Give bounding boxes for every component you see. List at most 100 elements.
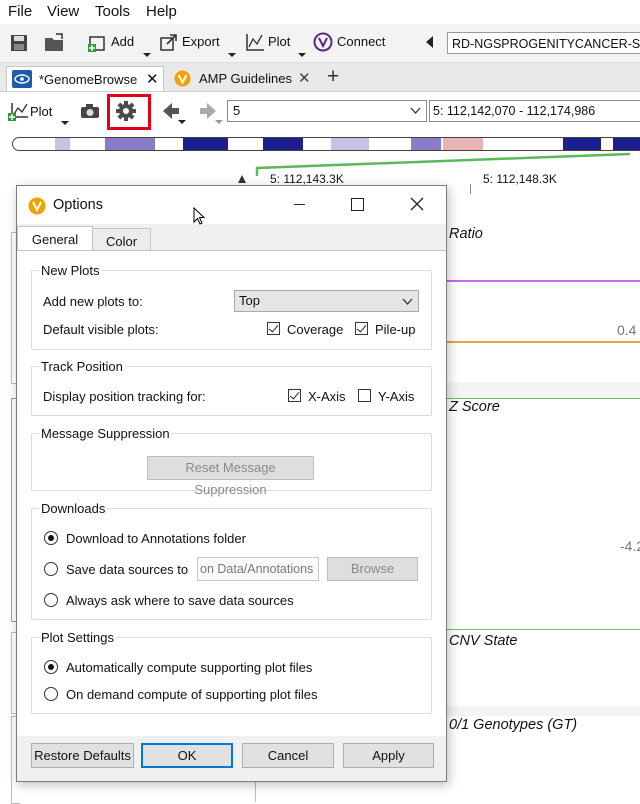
ideogram-band (563, 138, 601, 150)
chevron-down-icon[interactable] (228, 53, 236, 57)
add-new-plots-label: Add new plots to: (43, 294, 143, 309)
chevron-down-icon[interactable] (61, 121, 69, 125)
plot-menu-button[interactable]: Plot (30, 104, 52, 119)
on-demand-compute-radio[interactable] (44, 687, 58, 701)
dialog-title-bar[interactable]: Options (17, 186, 446, 225)
group-label: Track Position (39, 359, 125, 374)
dialog-title: Options (53, 197, 103, 213)
cancel-button[interactable]: Cancel (242, 743, 334, 768)
on-demand-compute-label: On demand compute of supporting plot fil… (66, 687, 318, 702)
hidden-panel-text (30, 783, 245, 793)
arrow-forward-icon[interactable] (198, 101, 218, 121)
chromosome-ideogram[interactable] (12, 137, 640, 151)
track-separator (446, 706, 640, 716)
close-icon[interactable]: ✕ (298, 66, 311, 91)
tab-general[interactable]: General (17, 226, 93, 251)
download-annotations-label: Download to Annotations folder (66, 531, 246, 546)
browse-toolbar: Plot 5 5: 112,142,070 - 112,174,986 (0, 92, 640, 130)
new-tab-plus-icon[interactable]: + (327, 65, 339, 89)
project-name-field[interactable]: RD-NGSPROGENITYCANCER-SAM (447, 32, 640, 54)
track-border (446, 629, 640, 630)
ratio-axis-value: 0.4 (617, 322, 637, 338)
ok-button[interactable]: OK (141, 743, 233, 768)
add-new-plots-select[interactable]: Top (234, 290, 419, 312)
always-ask-label: Always ask where to save data sources (66, 593, 294, 608)
group-label: Message Suppression (39, 426, 172, 441)
coverage-checkbox[interactable] (267, 322, 280, 335)
export-icon[interactable] (160, 33, 178, 51)
pileup-label: Pile-up (375, 322, 416, 337)
tab-label: *GenomeBrowse (39, 72, 138, 87)
save-data-sources-label: Save data sources to (66, 562, 189, 577)
panel-divider (255, 780, 256, 802)
menu-tools[interactable]: Tools (95, 3, 130, 20)
app-logo-icon (28, 197, 46, 215)
display-position-label: Display position tracking for: (43, 389, 206, 404)
menu-file[interactable]: File (8, 3, 32, 20)
close-icon[interactable]: ✕ (146, 67, 159, 92)
connect-button[interactable]: Connect (337, 34, 385, 49)
menu-help[interactable]: Help (146, 3, 177, 20)
position-field[interactable]: 5: 112,142,070 - 112,174,986 (429, 100, 640, 122)
gear-highlight-box (107, 94, 151, 130)
export-button[interactable]: Export (182, 34, 220, 49)
minimize-icon[interactable] (294, 204, 305, 205)
chromosome-select[interactable]: 5 (227, 100, 427, 122)
save-icon[interactable] (10, 34, 28, 52)
apply-button[interactable]: Apply (343, 743, 434, 768)
ideogram-band (55, 138, 70, 150)
coverage-label: Coverage (287, 322, 344, 337)
ideogram-band (263, 138, 303, 150)
ruler-marker-icon (238, 175, 246, 183)
chevron-down-icon[interactable] (178, 120, 186, 124)
track-separator (446, 382, 640, 398)
plot-chart-icon[interactable] (245, 33, 265, 52)
amp-logo-icon (174, 70, 191, 87)
document-tab-bar: *GenomeBrowse ✕ AMP Guidelines ✕ + (0, 63, 640, 92)
group-label: Downloads (39, 501, 108, 516)
save-data-sources-radio[interactable] (44, 562, 58, 576)
pileup-checkbox[interactable] (355, 322, 368, 335)
reset-message-suppression-button[interactable]: Reset Message Suppression (147, 456, 314, 497)
always-ask-radio[interactable] (44, 593, 58, 607)
chevron-down-icon[interactable] (298, 53, 306, 57)
download-annotations-radio[interactable] (44, 531, 58, 545)
general-tab-panel: New Plots Add new plots to: Top Default … (17, 250, 446, 736)
tab-color[interactable]: Color (93, 228, 151, 251)
menu-bar: File View Tools Help (0, 0, 640, 24)
arrow-back-icon[interactable] (161, 101, 181, 121)
y-axis-label: Y-Axis (378, 389, 415, 404)
chevron-down-icon[interactable] (143, 53, 151, 57)
close-icon[interactable] (410, 197, 424, 211)
plot-button[interactable]: Plot (268, 34, 290, 49)
chromosome-value: 5 (233, 103, 241, 118)
chevron-down-icon[interactable] (215, 120, 223, 124)
ideogram-band (613, 138, 640, 150)
zscore-axis-value: -4.2 (620, 538, 640, 554)
ideogram-band (411, 138, 441, 150)
ruler-tick (470, 184, 471, 194)
x-axis-checkbox[interactable] (288, 389, 301, 402)
restore-defaults-button[interactable]: Restore Defaults (31, 743, 134, 768)
ideogram-centromere (443, 138, 483, 150)
x-axis-label: X-Axis (308, 389, 346, 404)
default-visible-plots-label: Default visible plots: (43, 322, 159, 337)
tab-genome-browse[interactable]: *GenomeBrowse ✕ (6, 66, 164, 91)
plot-settings-group (31, 637, 432, 714)
save-path-field[interactable]: on Data/Annotations (197, 557, 319, 581)
ideogram-band (105, 138, 155, 150)
tab-amp-guidelines[interactable]: AMP Guidelines ✕ (172, 66, 320, 91)
add-button[interactable]: Add (111, 34, 134, 49)
auto-compute-radio[interactable] (44, 660, 58, 674)
menu-view[interactable]: View (47, 3, 79, 20)
camera-icon[interactable] (80, 103, 100, 119)
ideogram-band (331, 138, 369, 150)
add-icon[interactable] (88, 34, 108, 52)
open-folder-icon[interactable] (44, 33, 66, 52)
y-axis-checkbox[interactable] (358, 389, 371, 402)
chevron-left-icon[interactable] (424, 35, 434, 49)
connect-logo-icon[interactable] (313, 32, 333, 52)
maximize-icon[interactable] (351, 198, 364, 211)
add-plot-icon[interactable] (8, 102, 30, 122)
browse-button[interactable]: Browse (327, 557, 418, 581)
